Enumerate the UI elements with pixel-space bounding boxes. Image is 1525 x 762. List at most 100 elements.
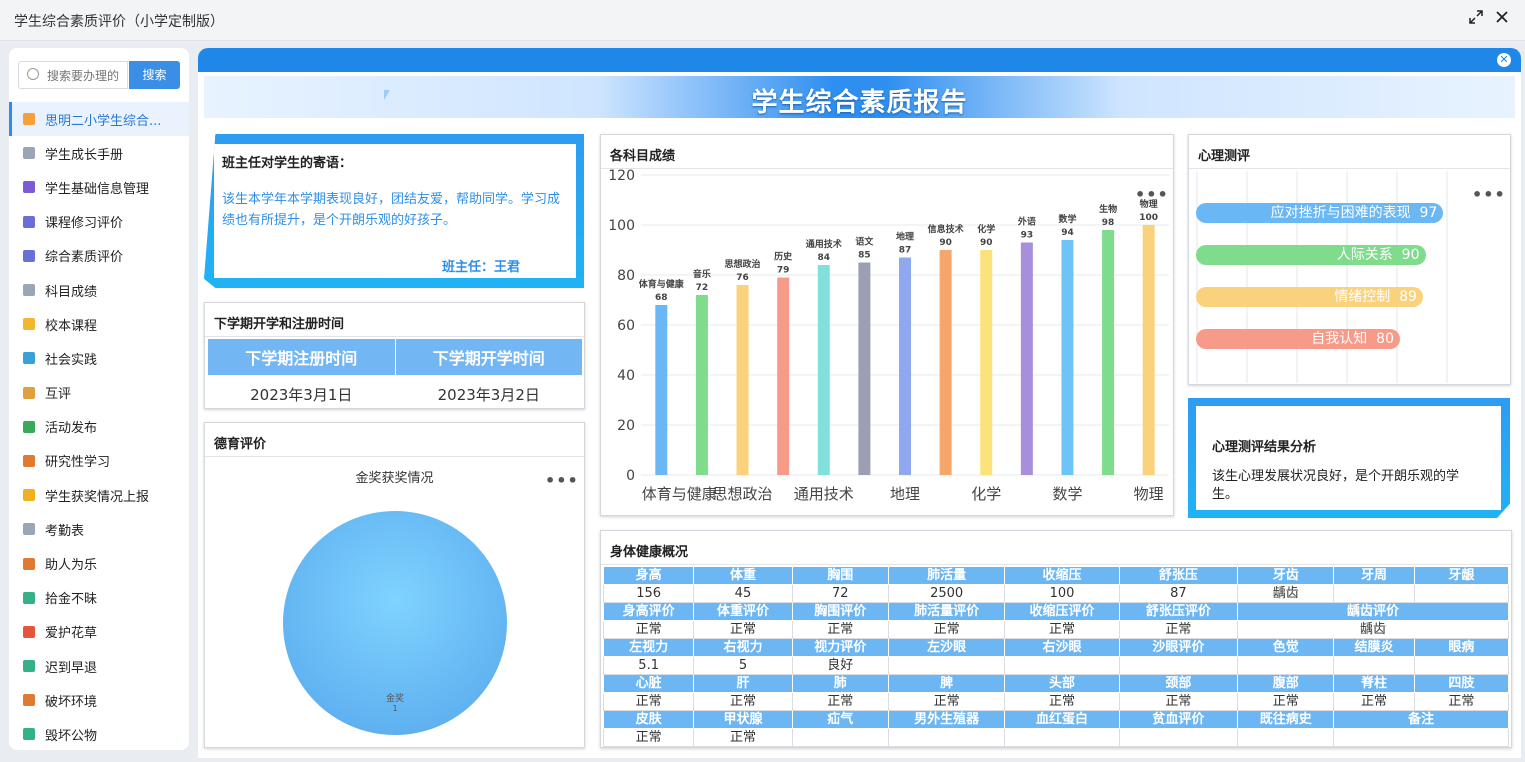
sidebar-item[interactable]: 思明二小学生综合... [9,102,189,137]
health-value-cell: 156 [602,584,695,603]
sidebar-item[interactable]: 活动发布 [9,410,189,444]
bar-数学[interactable] [1061,240,1074,475]
psychology-bar: 应对挫折与困难的表现 97 [1196,203,1444,223]
bar-value-label: 72 [696,283,709,293]
sidebar-item-label: 爱护花草 [45,626,98,642]
health-value-cell: 正常 [1004,620,1120,639]
bar-历史[interactable] [777,277,790,476]
health-header-cell: 收缩压评价 [1004,602,1120,621]
bar-生物[interactable] [1102,230,1115,475]
sidebar-item[interactable]: 拾金不昧 [9,581,189,615]
sidebar-item[interactable]: 考勤表 [9,512,189,546]
sidebar-item[interactable]: 学生获奖情况上报 [9,478,189,512]
health-value-cell [1118,656,1239,675]
bar-外语[interactable] [1020,242,1033,476]
bar-category-label: 思想政治 [725,258,761,270]
bar-value-label: 84 [818,253,831,263]
bar-category-label: 外语 [1017,216,1036,228]
bar-category-label: 数学 [1058,213,1076,225]
health-row: 5.1 5 良好 [602,656,1510,675]
sidebar-item[interactable]: 爱护花草 [9,615,189,649]
health-header-cell: 脊柱 [1333,674,1415,693]
bar-物理[interactable] [1142,225,1155,475]
health-row: 156 45 72 2500 100 87 龋齿 [602,584,1510,603]
sidebar-item-label: 研究性学习 [45,455,111,471]
health-header-cell: 肺活量 [887,566,1006,585]
bar-通用技术[interactable] [817,265,830,475]
health-header-cell: 眼病 [1413,638,1510,657]
moral-more-icon[interactable]: ••• [545,471,579,490]
sidebar-item-label: 拾金不昧 [45,592,98,608]
y-tick-label: 40 [617,368,635,384]
sidebar-item-label: 破坏环境 [45,694,98,710]
y-tick-label: 0 [626,468,635,484]
bar-value-label: 87 [899,246,912,256]
sidebar-item[interactable]: 互评 [9,376,189,410]
health-panel: 身体健康概况 身高 体重 胸围 肺活量 收缩压 舒张压 牙齿 牙周 牙龈 156 45 72 2500 1… [600,530,1512,748]
pie-slice-value: 1 [392,704,397,713]
sidebar-item[interactable]: 助人为乐 [9,546,189,580]
x-tick-label: 思想政治 [713,485,773,503]
sidebar-item[interactable]: 学生基础信息管理 [9,170,189,204]
sidebar-item[interactable]: 学生成长手册 [9,136,189,170]
bar-value-label: 76 [736,273,749,283]
health-header-cell: 收缩压 [1004,566,1120,585]
search-input[interactable] [45,65,129,87]
bar-信息技术[interactable] [939,250,952,475]
bar-category-label: 语文 [855,236,874,248]
window-title: 学生综合素质评价（小学定制版） [14,14,224,30]
bar-化学[interactable] [980,250,993,475]
scores-bar-chart: 0 20 40 60 80 100 120 体育与健康 68 音乐 72 思想政治 76 历史 79 通用技术… [608,169,1169,503]
bar-category-label: 化学 [977,223,995,235]
sidebar-item[interactable]: 课程修习评价 [9,205,189,239]
sidebar-item[interactable]: 社会实践 [9,341,189,375]
y-tick-label: 20 [617,418,635,434]
health-row: 心脏肝肺脾头部 颈部 腹部 脊柱 四肢 [602,674,1510,693]
bar-思想政治[interactable] [736,285,749,475]
close-icon[interactable] [1491,8,1513,30]
sidebar-item-label: 考勤表 [45,523,85,539]
bar-体育与健康[interactable] [655,305,668,475]
bar-音乐[interactable] [695,295,708,475]
health-value-cell [1004,728,1120,747]
health-value-cell: 5.1 [602,656,695,675]
search-box[interactable] [18,61,129,89]
report-banner: 学生综合素质报告 [204,76,1515,118]
bar-category-label: 历史 [774,251,793,263]
bar-语文[interactable] [858,262,871,476]
y-tick-label: 60 [617,318,635,334]
report-close-icon[interactable]: ✕ [1497,53,1511,67]
sidebar-item[interactable]: 迟到早退 [9,649,189,683]
health-value-cell: 正常 [602,620,695,639]
scores-title: 各科目成绩 [610,149,676,164]
bar-value-label: 90 [980,238,993,248]
x-tick-label: 物理 [1134,485,1164,503]
health-header-cell: 视力评价 [791,638,889,657]
sidebar-item-label: 科目成绩 [45,284,98,300]
sidebar-item[interactable]: 研究性学习 [9,444,189,478]
sidebar-item-label: 互评 [45,387,72,403]
health-value-cell [1333,728,1509,747]
health-value-cell: 正常 [791,620,889,639]
health-header-cell: 脾 [887,674,1006,693]
bar-value-label: 85 [858,251,871,261]
health-value-cell [1237,656,1335,675]
sidebar-item[interactable]: 破坏环境 [9,683,189,717]
search-button[interactable]: 搜索 [129,61,180,89]
sidebar-item[interactable]: 毁坏公物 [9,717,189,750]
health-value-cell: 正常 [693,620,793,639]
sidebar-item[interactable]: 科目成绩 [9,273,189,307]
sidebar-item[interactable]: 校本课程 [9,307,189,341]
menu-item-icon [23,113,35,126]
maximize-icon[interactable] [1465,8,1487,30]
health-value-cell: 正常 [887,620,1006,639]
bar-地理[interactable] [899,257,911,476]
menu-item-icon [23,625,35,638]
bar-category-label: 物理 [1140,198,1158,210]
menu-item-icon [23,489,35,502]
health-row: 正常 正常 正常 正常 正常 正常 龋齿 [602,620,1509,639]
menu-item-icon [23,215,35,228]
psychology-bar-label: 应对挫折与困难的表现 [1270,205,1411,221]
health-row: 左视力 右视力 视力评价 左沙眼 右沙眼 沙眼评价 色觉 结膜炎 眼病 [602,638,1510,657]
sidebar-item[interactable]: 综合素质评价 [9,239,189,273]
